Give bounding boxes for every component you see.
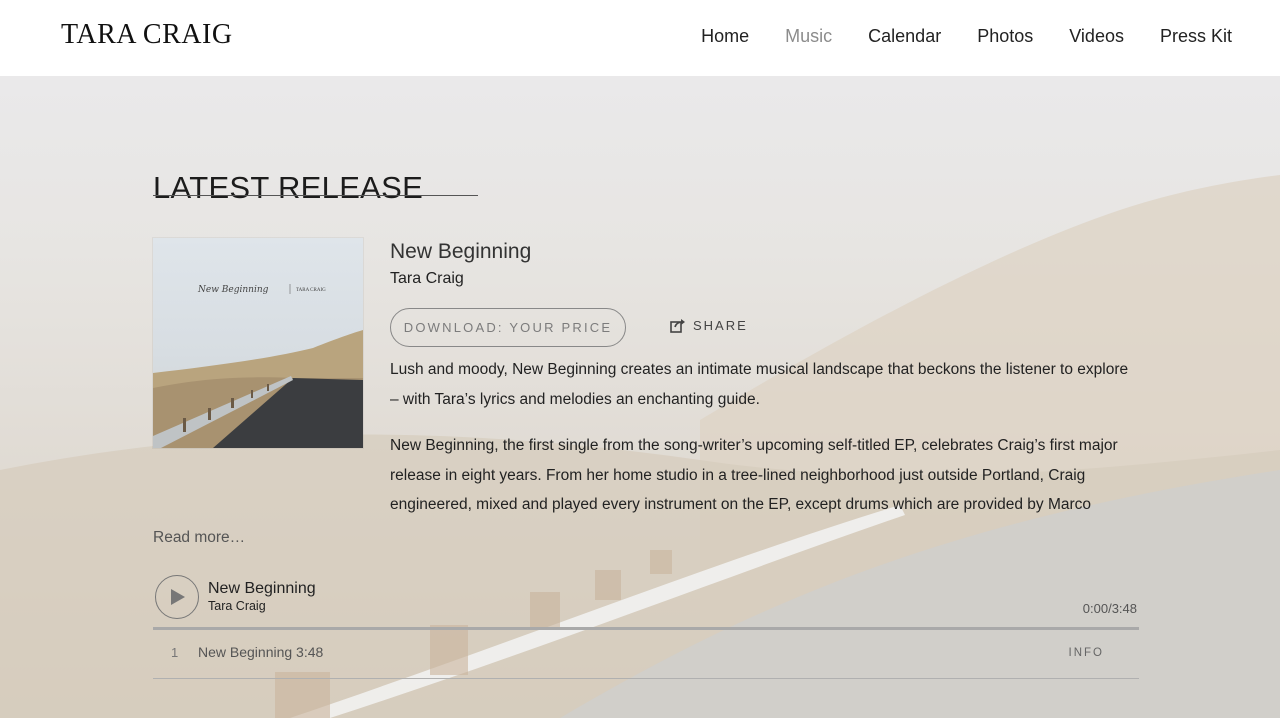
section-divider — [153, 195, 478, 196]
download-button[interactable]: DOWNLOAD: YOUR PRICE — [390, 308, 626, 347]
play-icon — [171, 589, 185, 605]
nav-item-press-kit[interactable]: Press Kit — [1160, 26, 1232, 47]
play-button[interactable] — [155, 575, 199, 619]
track-info-button[interactable]: INFO — [1069, 647, 1104, 659]
nav-item-photos[interactable]: Photos — [977, 26, 1033, 47]
nav-item-home[interactable]: Home — [701, 26, 749, 47]
player-track-title: New Beginning — [208, 580, 316, 597]
site-logo[interactable]: TARA CRAIG — [61, 19, 233, 51]
share-icon — [670, 318, 686, 333]
release-description: Lush and moody, New Beginning creates an… — [390, 355, 1140, 518]
cover-artist-text: TARA CRAIG — [296, 288, 326, 293]
progress-bar[interactable] — [153, 627, 1139, 630]
site-header: TARA CRAIG Home Music Calendar Photos Vi… — [0, 0, 1280, 76]
release-title: New Beginning — [390, 240, 532, 263]
track-name: New Beginning 3:48 — [198, 644, 324, 660]
share-label: SHARE — [693, 318, 748, 333]
share-button[interactable]: SHARE — [670, 318, 748, 333]
track-row[interactable]: 1 New Beginning 3:48 INFO — [153, 631, 1139, 679]
nav-item-calendar[interactable]: Calendar — [868, 26, 941, 47]
release-artist: Tara Craig — [390, 270, 464, 287]
description-paragraph: New Beginning, the first single from the… — [390, 437, 1118, 513]
player-track-artist: Tara Craig — [208, 599, 266, 613]
nav-item-music[interactable]: Music — [785, 26, 832, 47]
read-more-link[interactable]: Read more… — [153, 529, 245, 547]
main-nav: Home Music Calendar Photos Videos Press … — [701, 26, 1232, 47]
track-number: 1 — [171, 645, 179, 660]
album-cover[interactable]: New Beginning TARA CRAIG — [153, 238, 363, 448]
player-time: 0:00/3:48 — [1082, 601, 1137, 616]
cover-title-text: New Beginning — [197, 285, 269, 295]
page: TARA CRAIG Home Music Calendar Photos Vi… — [0, 0, 1280, 718]
description-paragraph: Lush and moody, New Beginning creates an… — [390, 361, 1129, 408]
section-title: LATEST RELEASE — [153, 169, 424, 205]
nav-item-videos[interactable]: Videos — [1069, 26, 1124, 47]
